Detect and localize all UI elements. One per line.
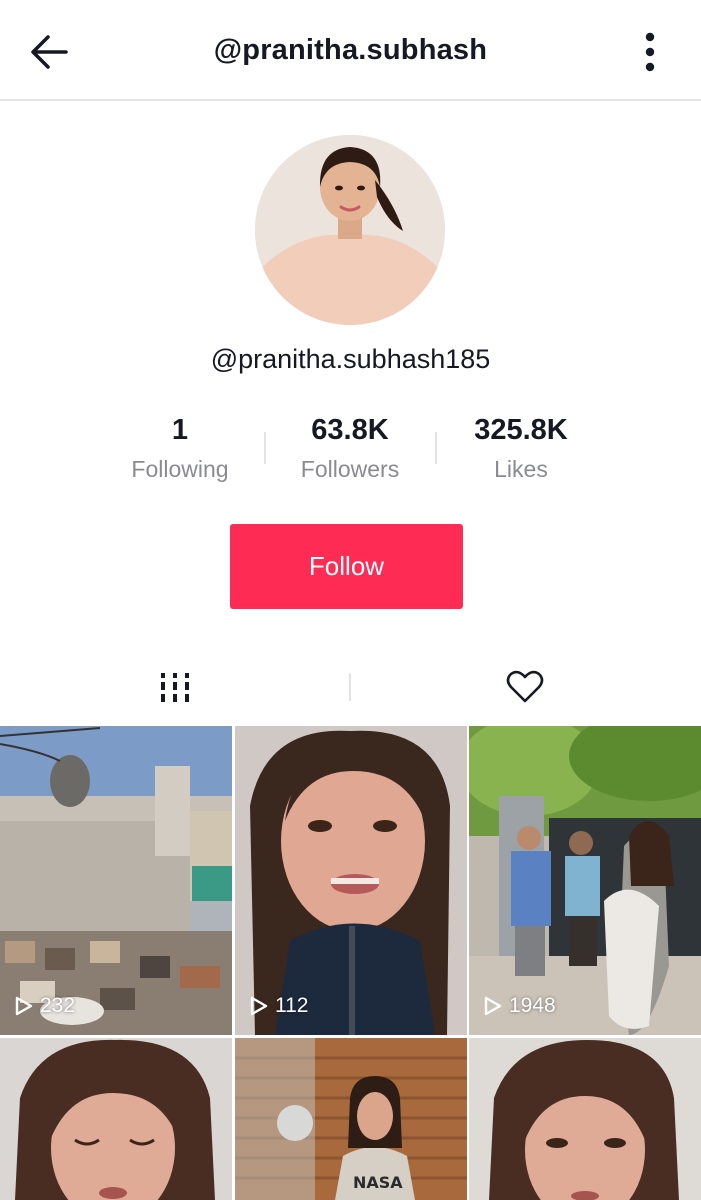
view-count: 1948: [483, 994, 556, 1018]
stat-following[interactable]: 1 Following: [95, 410, 265, 483]
stat-likes[interactable]: 325.8K Likes: [436, 410, 606, 483]
play-icon: [250, 996, 268, 1016]
play-icon: [484, 996, 502, 1016]
view-count-text: 112: [275, 994, 309, 1017]
woman-talking-thumbnail: [235, 726, 467, 1035]
avatar-image: [255, 135, 445, 325]
tab-liked[interactable]: [465, 662, 585, 712]
videos-grid-icon: [161, 673, 189, 702]
video-thumbnail[interactable]: NASA: [235, 1038, 467, 1200]
top-bar: @pranitha.subhash: [0, 0, 701, 101]
svg-text:NASA: NASA: [353, 1173, 403, 1192]
heart-outline-icon: [506, 670, 544, 703]
following-count: 1: [171, 414, 189, 446]
view-count: 112: [249, 994, 308, 1018]
vertical-ellipsis-icon: [645, 32, 655, 72]
rooftop-thumbnail: [0, 726, 232, 1035]
followers-count: 63.8K: [311, 414, 389, 446]
video-thumbnail[interactable]: [0, 1038, 232, 1200]
view-count: 232: [14, 994, 75, 1018]
view-count-text: 232: [40, 994, 76, 1017]
likes-count: 325.8K: [474, 414, 568, 446]
people-with-dog-thumbnail: [469, 726, 701, 1035]
video-thumbnail[interactable]: 1948: [469, 726, 701, 1035]
video-thumbnail[interactable]: [469, 1038, 701, 1200]
page-title: @pranitha.subhash: [213, 34, 488, 66]
follow-button[interactable]: Follow: [230, 524, 463, 609]
likes-label: Likes: [494, 456, 548, 482]
avatar[interactable]: [255, 135, 445, 325]
tab-divider: [349, 673, 351, 701]
profile-username: @pranitha.subhash185: [210, 344, 491, 374]
woman-in-room-thumbnail: NASA: [235, 1038, 467, 1200]
more-options-button[interactable]: [638, 30, 662, 74]
play-icon: [15, 996, 33, 1016]
video-thumbnail[interactable]: 112: [235, 726, 467, 1035]
view-count-text: 1948: [509, 994, 556, 1017]
stat-followers[interactable]: 63.8K Followers: [265, 410, 435, 483]
following-label: Following: [131, 456, 229, 482]
woman-closeup-thumbnail: [0, 1038, 232, 1200]
tab-videos[interactable]: [115, 662, 235, 712]
video-thumbnail[interactable]: 232: [0, 726, 232, 1035]
woman-closeup-thumbnail: [469, 1038, 701, 1200]
followers-label: Followers: [300, 456, 400, 482]
